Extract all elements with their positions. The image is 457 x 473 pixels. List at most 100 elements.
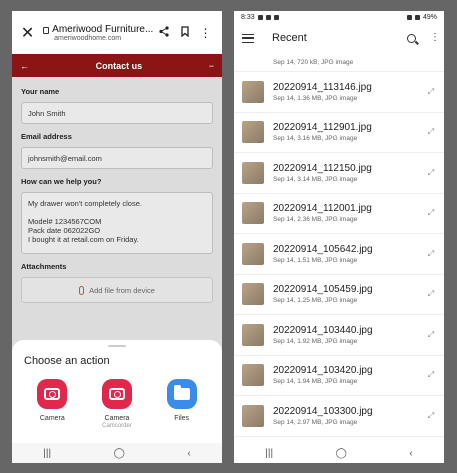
back-icon[interactable]: ‹ xyxy=(409,448,412,459)
expand-icon[interactable]: ⤢ xyxy=(426,127,436,137)
list-item[interactable]: 20220914_103440.jpg Sep 14, 1.92 MB, JPG … xyxy=(234,315,444,356)
system-nav-bar: ||| ◯ ‹ xyxy=(12,443,222,463)
message-field[interactable]: My drawer won't completely close. Model#… xyxy=(21,192,213,254)
file-name: 20220914_112901.jpg xyxy=(273,122,372,134)
camcorder-sublabel: Camcorder xyxy=(102,423,132,429)
file-meta: Sep 14, 2.97 MB, JPG image xyxy=(273,418,358,426)
recents-icon[interactable]: ||| xyxy=(43,448,51,459)
folder-icon xyxy=(166,379,197,409)
status-bar: 8:33 49% xyxy=(234,11,444,23)
camcorder-action[interactable]: Camera Camcorder xyxy=(92,379,142,429)
left-phone-screen: ✕ Ameriwood Furniture... ameriwoodhome.c… xyxy=(12,11,222,463)
recent-files-list: Sep 14, 720 kB, JPG image 20220914_11314… xyxy=(234,53,444,443)
recents-icon[interactable]: ||| xyxy=(265,448,273,459)
more-menu-icon[interactable]: ⋮ xyxy=(430,33,440,43)
name-field[interactable]: John Smith xyxy=(21,102,213,124)
browser-toolbar: ✕ Ameriwood Furniture... ameriwoodhome.c… xyxy=(12,11,222,54)
expand-icon[interactable]: ⤢ xyxy=(426,208,436,218)
signal-icon xyxy=(414,14,420,20)
camcorder-label: Camera xyxy=(104,415,130,422)
name-label: Your name xyxy=(21,87,60,96)
home-icon[interactable]: ◯ xyxy=(336,448,347,459)
file-meta: Sep 14, 3.14 MB, JPG image xyxy=(273,175,358,183)
file-name: 20220914_105459.jpg xyxy=(273,284,373,296)
notification-icon xyxy=(265,14,271,20)
share-icon[interactable] xyxy=(153,25,174,40)
camcorder-icon xyxy=(101,379,132,409)
search-icon[interactable] xyxy=(407,33,416,43)
file-thumbnail xyxy=(242,80,264,103)
add-file-button[interactable]: Add file from device xyxy=(21,277,213,303)
camera-action[interactable]: Camera xyxy=(27,379,77,429)
file-thumbnail xyxy=(242,161,264,184)
expand-icon[interactable]: ⤢ xyxy=(426,249,436,259)
expand-icon[interactable]: ⤢ xyxy=(426,370,436,380)
list-item[interactable]: 20220914_103420.jpg Sep 14, 1.94 MB, JPG … xyxy=(234,356,444,396)
camera-label: Camera xyxy=(39,415,65,422)
file-name: 20220914_103420.jpg xyxy=(273,365,373,377)
notification-icon xyxy=(257,14,263,20)
collapse-icon[interactable]: − xyxy=(209,61,214,71)
lock-icon xyxy=(43,26,50,34)
file-name: 20220914_112150.jpg xyxy=(273,162,372,174)
list-item[interactable]: 20220914_112001.jpg Sep 14, 2.36 MB, JPG … xyxy=(234,194,444,234)
bookmark-icon[interactable] xyxy=(174,25,195,40)
expand-icon[interactable]: ⤢ xyxy=(426,87,436,97)
status-time: 8:33 xyxy=(241,13,255,21)
more-menu-icon[interactable]: ⋮ xyxy=(195,26,216,40)
right-phone-screen: 8:33 49% Recent ⋮ Sep 14, 720 kB, JPG im… xyxy=(234,11,444,463)
list-item[interactable]: 20220914_103300.jpg Sep 14, 2.97 MB, JPG … xyxy=(234,396,444,437)
file-thumbnail xyxy=(242,283,264,306)
app-bar: Recent ⋮ xyxy=(234,23,444,53)
list-item[interactable]: 20220914_113146.jpg Sep 14, 1.36 MB, JPG … xyxy=(234,72,444,113)
list-item[interactable]: 20220914_112901.jpg Sep 14, 3.16 MB, JPG … xyxy=(234,113,444,153)
file-thumbnail xyxy=(242,121,264,144)
back-icon[interactable]: ‹ xyxy=(187,448,190,459)
file-meta: Sep 14, 1.25 MB, JPG image xyxy=(273,297,358,305)
expand-icon[interactable]: ⤢ xyxy=(426,289,436,299)
camera-icon xyxy=(37,379,68,409)
expand-icon[interactable]: ⤢ xyxy=(426,168,436,178)
attachments-label: Attachments xyxy=(21,262,67,271)
choose-action-sheet: Choose an action Camera Camera Camcorder… xyxy=(12,340,222,463)
expand-icon[interactable]: ⤢ xyxy=(426,411,436,421)
email-field[interactable]: johnsmith@email.com xyxy=(21,147,213,169)
message-label: How can we help you? xyxy=(21,177,102,186)
file-thumbnail xyxy=(242,404,264,427)
home-icon[interactable]: ◯ xyxy=(114,448,125,459)
alarm-icon xyxy=(406,14,412,20)
paperclip-icon xyxy=(79,285,85,295)
file-meta: Sep 14, 1.94 MB, JPG image xyxy=(273,378,358,386)
add-file-label: Add file from device xyxy=(89,285,155,295)
list-item[interactable]: 20220914_112150.jpg Sep 14, 3.14 MB, JPG … xyxy=(234,153,444,194)
files-action[interactable]: Files xyxy=(157,379,207,429)
file-thumbnail xyxy=(242,323,264,346)
site-url: ameriwoodhome.com xyxy=(54,34,122,42)
file-name: 20220914_103300.jpg xyxy=(273,405,373,417)
menu-icon[interactable] xyxy=(242,33,254,43)
file-meta: Sep 14, 720 kB, JPG image xyxy=(273,58,354,66)
close-tab-icon[interactable]: ✕ xyxy=(18,23,37,43)
expand-icon[interactable]: ⤢ xyxy=(426,330,436,340)
email-label: Email address xyxy=(21,132,72,141)
battery-level: 49% xyxy=(422,13,437,21)
sheet-title: Choose an action xyxy=(24,355,110,367)
file-meta: Sep 14, 1.92 MB, JPG image xyxy=(273,337,358,345)
file-thumbnail xyxy=(242,202,264,225)
list-item[interactable]: 20220914_105459.jpg Sep 14, 1.25 MB, JPG … xyxy=(234,275,444,315)
file-meta: Sep 14, 2.36 MB, JPG image xyxy=(273,216,358,224)
site-title: Ameriwood Furniture... xyxy=(52,23,154,35)
url-block[interactable]: Ameriwood Furniture... ameriwoodhome.com xyxy=(37,24,153,42)
file-thumbnail xyxy=(242,242,264,265)
file-meta: Sep 14, 1.51 MB, JPG image xyxy=(273,256,358,264)
page-title: Recent xyxy=(272,32,307,44)
system-nav-bar: ||| ◯ ‹ xyxy=(234,443,444,463)
list-item[interactable]: 20220914_105642.jpg Sep 14, 1.51 MB, JPG … xyxy=(234,234,444,275)
list-item[interactable]: Sep 14, 720 kB, JPG image xyxy=(234,53,444,72)
file-name: 20220914_105642.jpg xyxy=(273,243,373,255)
file-name: 20220914_103440.jpg xyxy=(273,324,373,336)
files-label: Files xyxy=(174,415,190,422)
back-arrow-icon[interactable]: ← xyxy=(20,61,29,71)
file-meta: Sep 14, 3.16 MB, JPG image xyxy=(273,135,358,143)
file-meta: Sep 14, 1.36 MB, JPG image xyxy=(273,94,358,102)
